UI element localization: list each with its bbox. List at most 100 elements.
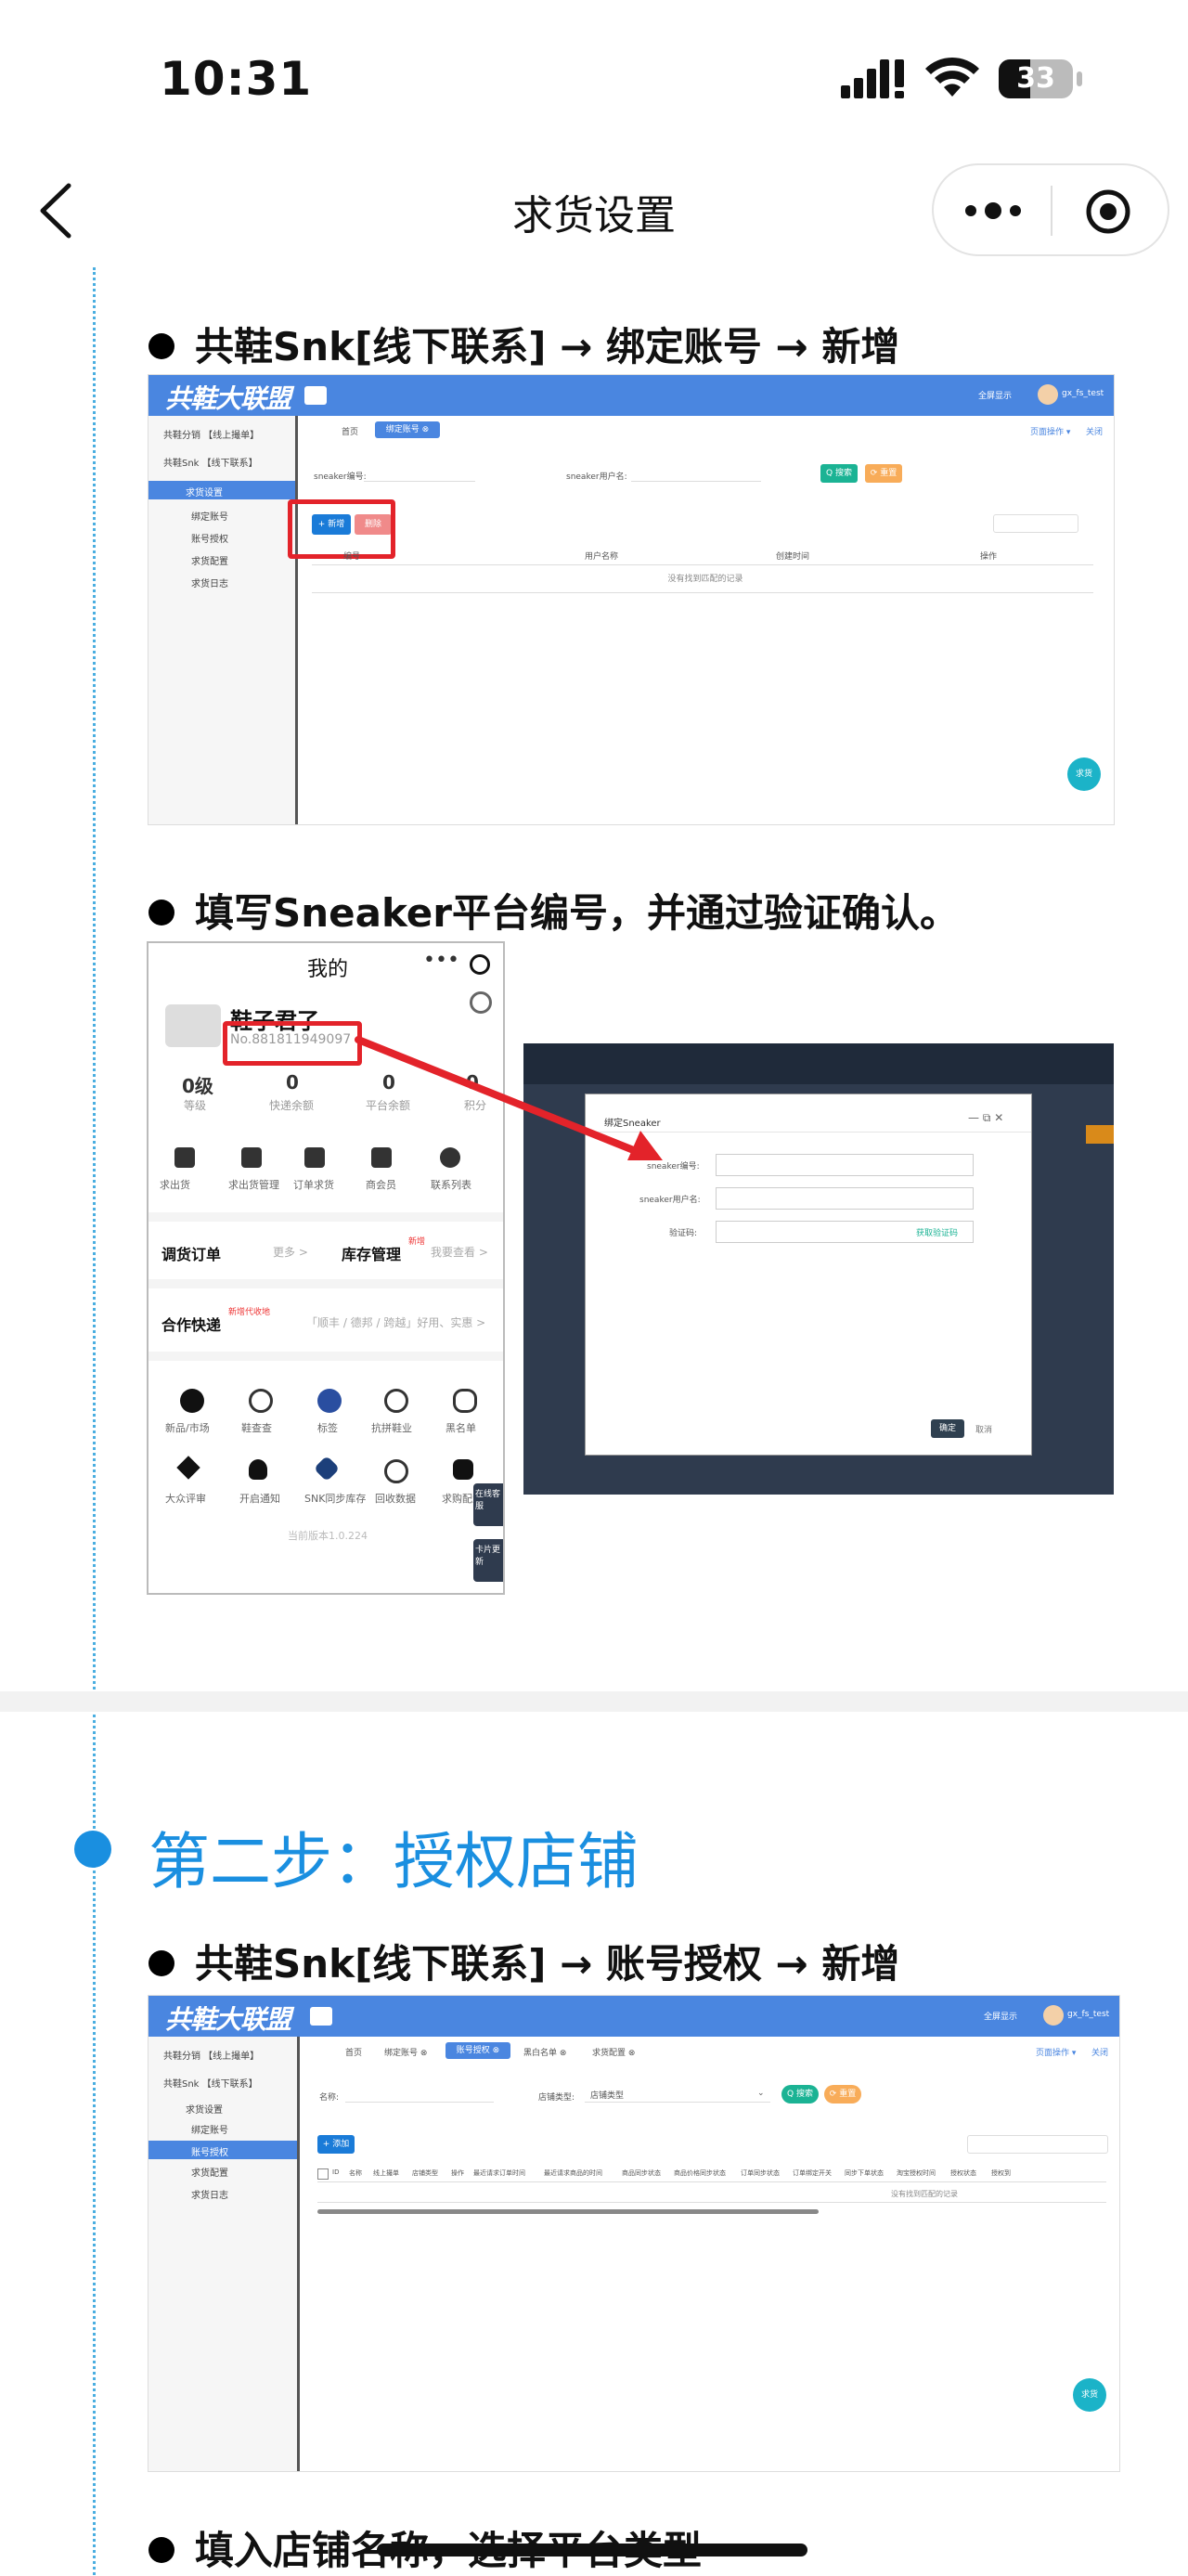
fullscreen-link[interactable]: 全屏显示: [984, 2010, 1017, 2022]
avatar[interactable]: [1043, 2005, 1064, 2026]
close-all-link[interactable]: 关闭: [1091, 2046, 1108, 2058]
sidebar-item-offline[interactable]: 共鞋Snk 【线下联系】: [163, 2076, 258, 2090]
sidebar-item-online[interactable]: 共鞋分销 【线上撮单】: [163, 427, 259, 441]
table-toolbar[interactable]: [967, 2135, 1108, 2154]
horizontal-scrollbar[interactable]: [317, 2209, 819, 2214]
more-icon[interactable]: [963, 199, 1023, 223]
search-button[interactable]: Q 搜索: [820, 464, 858, 483]
search-button[interactable]: Q 搜索: [781, 2085, 819, 2104]
reset-button[interactable]: ⟳ 重置: [865, 464, 902, 483]
express-link[interactable]: 合作快递: [161, 1313, 221, 1335]
column-header: 操作: [451, 2169, 464, 2177]
blacklist-icon[interactable]: [453, 1389, 477, 1413]
avatar[interactable]: [1038, 384, 1058, 405]
fullscreen-link[interactable]: 全屏显示: [978, 389, 1012, 401]
menu-toggle-icon[interactable]: [304, 386, 327, 405]
express-badge: 新增代收地: [228, 1308, 271, 1317]
sidebar-item-bind[interactable]: 绑定账号: [191, 509, 228, 523]
bullet-icon: [148, 2536, 174, 2563]
filter-type-select[interactable]: 店铺类型 ⌄: [585, 2085, 770, 2103]
user-name[interactable]: gx_fs_test: [1062, 389, 1104, 398]
order-icon[interactable]: [174, 1147, 195, 1168]
floating-action-button[interactable]: 求货: [1067, 757, 1101, 791]
add-button[interactable]: + 添加: [317, 2135, 355, 2154]
sidebar-item-log[interactable]: 求货日志: [191, 2187, 228, 2201]
sneaker-user-input[interactable]: [631, 466, 761, 482]
grid-label: 回收数据: [375, 1493, 416, 1505]
recycle-icon[interactable]: [384, 1459, 408, 1483]
confirm-button[interactable]: 确定: [931, 1419, 964, 1438]
page-ops-menu[interactable]: 页面操作 ▾: [1030, 425, 1070, 437]
tab-home[interactable]: 首页: [342, 425, 358, 437]
sneaker-no-input[interactable]: [364, 466, 475, 482]
field-sneaker-no-input[interactable]: [716, 1154, 974, 1176]
phone-settings-icon[interactable]: [470, 991, 492, 1014]
filter-type-label: 店铺类型:: [538, 2093, 575, 2103]
bell-icon[interactable]: [249, 1459, 267, 1480]
close-all-link[interactable]: 关闭: [1086, 425, 1103, 437]
sidebar-item-auth[interactable]: 账号授权: [191, 531, 228, 545]
market-icon[interactable]: [180, 1389, 204, 1413]
step-marker-icon: [74, 1831, 111, 1868]
cancel-button[interactable]: 取消: [975, 1423, 992, 1435]
sidebar-item-active[interactable]: 账号授权: [148, 2141, 297, 2159]
timeline-guide: [93, 267, 96, 2575]
admin-topbar: [148, 1996, 1119, 2037]
tag-icon[interactable]: [317, 1389, 342, 1413]
anti-icon[interactable]: [384, 1389, 408, 1413]
step-heading-text: 共鞋Snk[线下联系] → 绑定账号 → 新增: [195, 324, 900, 369]
sidebar-item-settings[interactable]: 求货设置: [186, 2102, 223, 2116]
inventory-badge: 新增: [408, 1237, 426, 1247]
highlight-add-button: [288, 499, 395, 559]
hammer-icon[interactable]: [176, 1456, 200, 1480]
tab-home[interactable]: 首页: [345, 2046, 362, 2058]
admin-sidebar: [148, 416, 298, 824]
card-update-button[interactable]: 卡片更新: [473, 1539, 503, 1582]
tab-bind-account[interactable]: 绑定账号 ⊗: [384, 2046, 427, 2058]
battery-level: 33: [1016, 62, 1055, 95]
column-actions: 操作: [980, 552, 998, 562]
select-all-checkbox[interactable]: [317, 2168, 329, 2180]
tab-request-config[interactable]: 求货配置 ⊗: [592, 2046, 635, 2058]
sidebar-item-offline[interactable]: 共鞋Snk 【线下联系】: [163, 455, 258, 469]
express-more[interactable]: 「顺丰 / 德邦 / 跨越」好用、实惠 >: [306, 1314, 485, 1330]
dialog-window-controls-icon[interactable]: — ⧉ ✕: [968, 1111, 1003, 1125]
online-service-button[interactable]: 在线客服: [473, 1483, 503, 1526]
sidebar-item-active[interactable]: 求货设置: [148, 481, 295, 499]
inventory-more[interactable]: 我要查看 >: [431, 1244, 488, 1260]
config-icon[interactable]: [453, 1459, 473, 1480]
field-sneaker-user-input[interactable]: [716, 1187, 974, 1210]
column-header: 订单绑定开关: [793, 2169, 832, 2177]
orders-more[interactable]: 更多 >: [273, 1244, 308, 1260]
sidebar-item-online[interactable]: 共鞋分销 【线上撮单】: [163, 2048, 259, 2062]
column-header: ID: [332, 2168, 340, 2176]
inventory-link[interactable]: 库存管理: [342, 1242, 401, 1264]
get-code-link[interactable]: 获取验证码: [916, 1226, 958, 1238]
sidebar-item-bind[interactable]: 绑定账号: [191, 2122, 228, 2136]
order-request-icon[interactable]: [304, 1147, 325, 1168]
home-indicator[interactable]: [377, 2544, 807, 2557]
user-name[interactable]: gx_fs_test: [1067, 2010, 1109, 2019]
tab-authorize[interactable]: 账号授权 ⊗: [446, 2042, 510, 2059]
phone-more-icon[interactable]: •••: [423, 949, 459, 972]
column-header: 淘宝授权时间: [897, 2169, 936, 2177]
sidebar-item-config[interactable]: 求货配置: [191, 2165, 228, 2179]
orders-link[interactable]: 调货订单: [161, 1242, 221, 1264]
column-header: 最近请求商品的时间: [544, 2169, 602, 2177]
search-shoe-icon[interactable]: [249, 1389, 273, 1413]
avatar[interactable]: [165, 1004, 221, 1047]
table-toolbar[interactable]: [993, 514, 1078, 533]
sync-icon[interactable]: [313, 1455, 341, 1482]
tab-blacklist[interactable]: 黑白名单 ⊗: [523, 2046, 566, 2058]
sidebar-item-config[interactable]: 求货配置: [191, 553, 228, 567]
menu-toggle-icon[interactable]: [310, 2007, 332, 2026]
filter-name-input[interactable]: [345, 2087, 494, 2103]
reset-button[interactable]: ⟳ 重置: [824, 2085, 861, 2104]
phone-close-icon[interactable]: [470, 954, 490, 975]
floating-action-button[interactable]: 求货: [1073, 2378, 1106, 2412]
bullet-icon: [148, 332, 174, 359]
order-manage-icon[interactable]: [241, 1147, 262, 1168]
close-miniprogram-icon[interactable]: [1084, 188, 1132, 236]
tab-bind-account[interactable]: 绑定账号 ⊗: [375, 421, 440, 438]
page-ops-menu[interactable]: 页面操作 ▾: [1036, 2046, 1076, 2058]
